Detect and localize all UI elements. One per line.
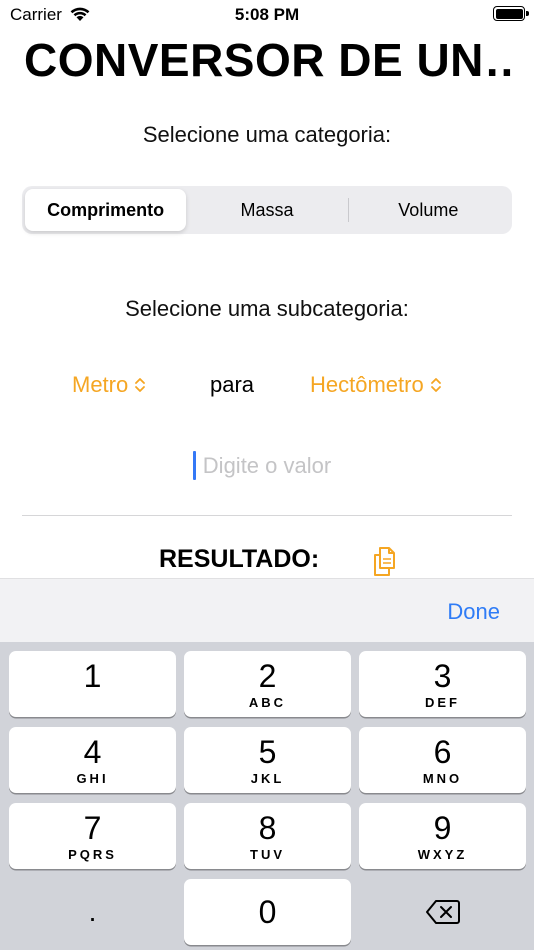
numeric-keypad: 1 2 ABC 3 DEF 4 GHI 5 JKL 6 MNO 7 PQRS 8…: [0, 642, 534, 950]
copy-icon[interactable]: [370, 545, 400, 577]
segment-comprimento[interactable]: Comprimento: [25, 189, 187, 231]
status-bar: Carrier 5:08 PM: [0, 0, 534, 30]
keyboard-toolbar: Done: [0, 578, 534, 642]
text-caret: [193, 451, 196, 480]
key-8[interactable]: 8 TUV: [184, 803, 351, 869]
key-7[interactable]: 7 PQRS: [9, 803, 176, 869]
key-6[interactable]: 6 MNO: [359, 727, 526, 793]
category-segmented-control[interactable]: Comprimento Massa Volume: [22, 186, 512, 234]
from-unit-label: Metro: [72, 372, 129, 397]
segment-massa[interactable]: Massa: [186, 189, 347, 231]
divider: [22, 515, 512, 516]
updown-chevron-icon: [430, 378, 441, 392]
clock: 5:08 PM: [234, 5, 300, 24]
subcategory-prompt: Selecione uma subcategoria:: [125, 296, 409, 321]
key-2[interactable]: 2 ABC: [184, 651, 351, 717]
key-3[interactable]: 3 DEF: [359, 651, 526, 717]
battery-icon: [493, 6, 529, 21]
value-input[interactable]: [22, 448, 512, 484]
segment-divider: [348, 198, 349, 222]
key-4[interactable]: 4 GHI: [9, 727, 176, 793]
result-label: RESULTADO:: [159, 545, 320, 573]
key-5[interactable]: 5 JKL: [184, 727, 351, 793]
from-unit-picker[interactable]: Metro: [72, 372, 146, 398]
category-prompt: Selecione uma categoria:: [142, 122, 392, 147]
done-button[interactable]: Done: [447, 599, 500, 625]
segment-volume[interactable]: Volume: [348, 189, 509, 231]
connector-label: para: [210, 372, 255, 397]
key-decimal[interactable]: .: [9, 879, 176, 945]
key-delete[interactable]: [359, 879, 526, 945]
page-title: CONVERSOR DE UN…: [24, 34, 518, 86]
to-unit-label: Hectômetro: [310, 372, 424, 397]
key-1[interactable]: 1: [9, 651, 176, 717]
key-9[interactable]: 9 WXYZ: [359, 803, 526, 869]
delete-icon: [425, 900, 460, 924]
to-unit-picker[interactable]: Hectômetro: [310, 372, 442, 398]
key-0[interactable]: 0: [184, 879, 351, 945]
updown-chevron-icon: [135, 378, 146, 392]
